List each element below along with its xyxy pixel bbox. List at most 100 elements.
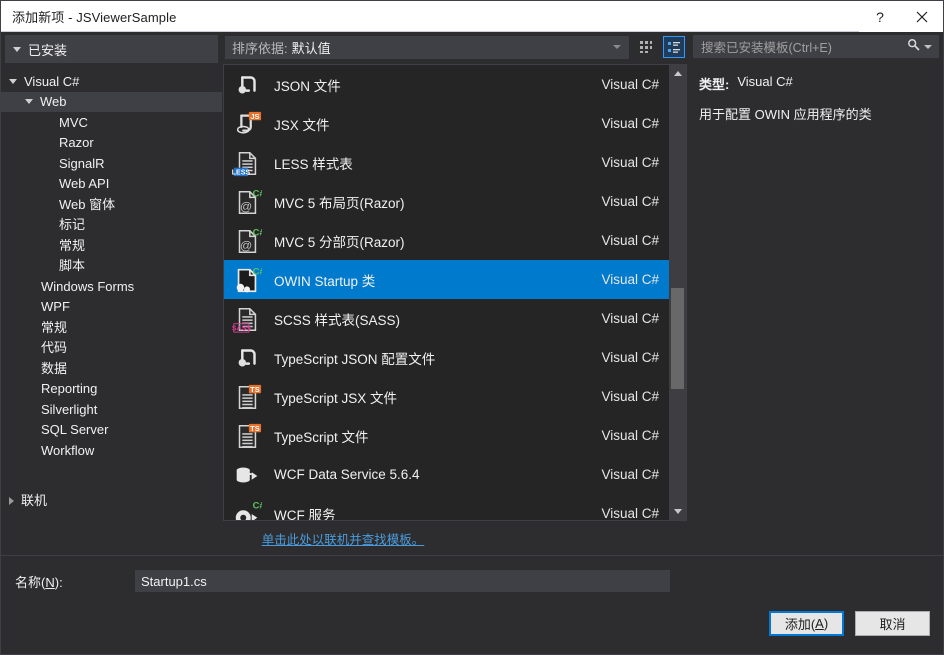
sidebar-item-label: 常规 <box>59 239 85 252</box>
sidebar-item-signalr[interactable]: SignalR <box>1 153 222 174</box>
json-file-icon <box>232 70 262 100</box>
template-type-row: 类型: Visual C# <box>699 74 933 93</box>
sidebar-item-[interactable]: 常规 <box>1 317 222 338</box>
sidebar-item-reporting[interactable]: Reporting <box>1 379 222 400</box>
template-name: OWIN Startup 类 <box>274 270 601 290</box>
name-label: 名称(N): <box>15 572 135 591</box>
sidebar-item-[interactable]: 数据 <box>1 358 222 379</box>
template-list-item[interactable]: JSON 文件Visual C# <box>224 65 669 104</box>
template-language: Visual C# <box>601 194 659 209</box>
wcf-service-icon: C# <box>232 499 262 520</box>
grid-view-icon <box>639 40 653 54</box>
svg-text:LESS: LESS <box>232 169 250 176</box>
sidebar-item-visual-c[interactable]: Visual C# <box>1 71 222 92</box>
sort-by-value: 默认值 <box>292 38 331 57</box>
razor-layout-icon: @C# <box>230 186 264 218</box>
template-list-item[interactable]: @C#MVC 5 布局页(Razor)Visual C# <box>224 182 669 221</box>
sidebar-item-razor[interactable]: Razor <box>1 133 222 154</box>
template-name: TypeScript JSX 文件 <box>274 387 601 407</box>
template-list-item[interactable]: JSJSX 文件Visual C# <box>224 104 669 143</box>
sidebar-item-web[interactable]: Web <box>1 92 222 113</box>
sidebar-item-silverlight[interactable]: Silverlight <box>1 399 222 420</box>
search-installed-templates-box[interactable]: 搜索已安装模板(Ctrl+E) <box>693 35 939 58</box>
template-language: Visual C# <box>601 155 659 170</box>
chevron-down-icon <box>13 47 21 52</box>
template-name: MVC 5 分部页(Razor) <box>274 231 601 251</box>
close-button[interactable] <box>901 1 943 32</box>
sort-by-dropdown[interactable]: 排序依据: 默认值 <box>225 36 629 59</box>
sidebar-item-web[interactable]: Web 窗体 <box>1 194 222 215</box>
sidebar-item-label: Windows Forms <box>41 280 134 293</box>
sidebar-item-online[interactable]: 联机 <box>1 491 222 512</box>
template-list-item[interactable]: WCF Data Service 5.6.4Visual C# <box>224 455 669 494</box>
jsx-file-icon: JS <box>232 109 262 139</box>
template-list-item[interactable]: C#OWIN Startup 类Visual C# <box>224 260 669 299</box>
owin-startup-icon: C# <box>230 264 264 296</box>
sidebar-item-label: Visual C# <box>24 75 79 88</box>
template-list-item[interactable]: @C# MVC 5 分部页(Razor)Visual C# <box>224 221 669 260</box>
razor-partial-icon: @C# <box>230 225 264 257</box>
dialog-title: 添加新项 - JSViewerSample <box>1 7 176 26</box>
scroll-down-button[interactable] <box>669 503 686 520</box>
sass-stylesheet-icon: SASS <box>230 303 264 335</box>
template-list-item[interactable]: TSTypeScript 文件Visual C# <box>224 416 669 455</box>
name-input[interactable] <box>135 570 670 592</box>
add-button[interactable]: 添加(A) <box>769 611 844 636</box>
sidebar-item-windows-forms[interactable]: Windows Forms <box>1 276 222 297</box>
chevron-down-icon <box>613 45 621 49</box>
sidebar-item-wpf[interactable]: WPF <box>1 297 222 318</box>
less-stylesheet-icon: LESS <box>232 148 262 178</box>
jsx-file-icon: JS <box>230 108 264 140</box>
sidebar-item-[interactable]: 脚本 <box>1 256 222 277</box>
online-templates-row: 单击此处以联机并查找模板。 <box>1 521 943 555</box>
sidebar-item-label: 数据 <box>41 362 67 375</box>
template-details: 类型: Visual C# 用于配置 OWIN 应用程序的类 <box>693 65 939 521</box>
sidebar-item-label: Workflow <box>41 444 94 457</box>
search-placeholder: 搜索已安装模板(Ctrl+E) <box>701 37 832 56</box>
template-list-item[interactable]: TSTypeScript JSX 文件Visual C# <box>224 377 669 416</box>
sidebar-item-[interactable]: 标记 <box>1 215 222 236</box>
template-language: Visual C# <box>601 233 659 248</box>
sidebar-item-[interactable]: 代码 <box>1 338 222 359</box>
sidebar-item-mvc[interactable]: MVC <box>1 112 222 133</box>
tsconfig-json-icon <box>230 342 264 374</box>
list-view-button[interactable] <box>663 36 685 58</box>
template-list-item[interactable]: C#WCF 服务Visual C# <box>224 494 669 520</box>
template-list-item[interactable]: LESSLESS 样式表Visual C# <box>224 143 669 182</box>
template-name: WCF Data Service 5.6.4 <box>274 467 601 482</box>
sidebar-item-sql-server[interactable]: SQL Server <box>1 420 222 441</box>
sidebar-item-label: 常规 <box>41 321 67 334</box>
sidebar-item-label: 标记 <box>59 218 85 231</box>
installed-header[interactable]: 已安装 <box>5 35 218 63</box>
sidebar-item-label: 脚本 <box>59 259 85 272</box>
templates-scrollbar[interactable] <box>669 65 686 520</box>
scroll-track[interactable] <box>669 82 686 503</box>
help-button[interactable]: ? <box>859 1 901 32</box>
scroll-up-button[interactable] <box>669 65 686 82</box>
template-language: Visual C# <box>601 506 659 520</box>
template-language: Visual C# <box>601 467 659 482</box>
sidebar-item-label: 代码 <box>41 341 67 354</box>
svg-text:SASS: SASS <box>232 325 251 332</box>
sidebar-item-web-api[interactable]: Web API <box>1 174 222 195</box>
sidebar-item-workflow[interactable]: Workflow <box>1 440 222 461</box>
chevron-down-icon <box>9 79 17 84</box>
question-mark-icon: ? <box>876 9 884 25</box>
sidebar-item-label: SignalR <box>59 157 105 170</box>
typescript-jsx-icon: TS <box>232 382 262 412</box>
scroll-thumb[interactable] <box>671 288 684 389</box>
triangle-down-icon <box>674 509 682 514</box>
sidebar-item-label: Silverlight <box>41 403 97 416</box>
template-list-item[interactable]: TypeScript JSON 配置文件Visual C# <box>224 338 669 377</box>
chevron-down-icon[interactable] <box>924 45 932 49</box>
wcf-data-service-icon <box>230 459 264 491</box>
find-online-templates-link[interactable]: 单击此处以联机并查找模板。 <box>262 529 425 548</box>
sidebar-item-[interactable]: 常规 <box>1 235 222 256</box>
template-list-item[interactable]: SASSSCSS 样式表(SASS)Visual C# <box>224 299 669 338</box>
grid-view-button[interactable] <box>635 36 657 58</box>
template-type-label: 类型: <box>699 74 729 93</box>
cancel-button[interactable]: 取消 <box>855 611 930 636</box>
close-icon <box>916 11 928 23</box>
svg-text:JS: JS <box>250 112 259 121</box>
razor-layout-icon: @C# <box>232 187 262 217</box>
